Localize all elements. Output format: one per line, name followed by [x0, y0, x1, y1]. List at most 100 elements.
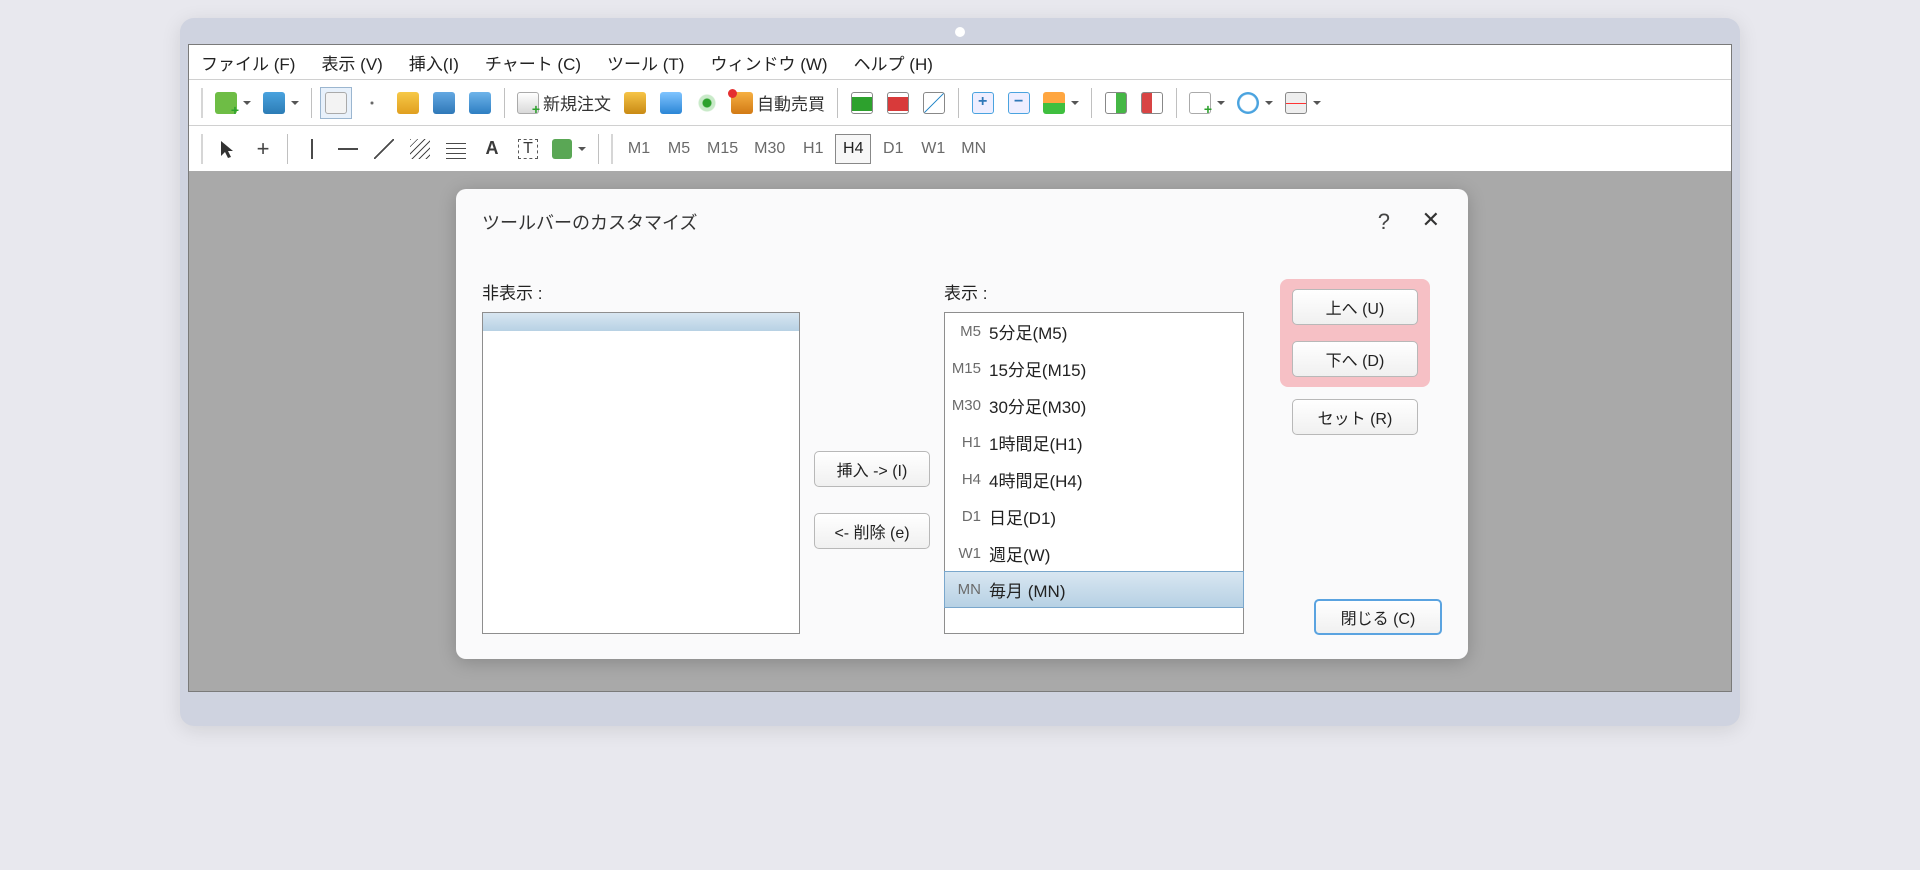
hidden-listbox[interactable]: [482, 312, 800, 634]
vline-button[interactable]: [296, 133, 328, 165]
data-window-button[interactable]: [356, 87, 388, 119]
shown-item-mn[interactable]: MN毎月 (MN): [944, 571, 1244, 608]
trendline-button[interactable]: [368, 133, 400, 165]
shown-item-code: M5: [945, 323, 989, 340]
tester-button[interactable]: [464, 87, 496, 119]
menu-tool[interactable]: ツール (T): [607, 50, 684, 75]
horizontal-line-icon: [338, 148, 358, 150]
market-watch-button[interactable]: [320, 87, 352, 119]
highlighted-buttons: 上へ (U) 下へ (D): [1280, 279, 1430, 387]
shift-end-button[interactable]: [1100, 87, 1132, 119]
new-order-button[interactable]: 新規注文: [513, 87, 615, 119]
shown-item-h4[interactable]: H44時間足(H4): [945, 461, 1243, 498]
zoom-in-button[interactable]: [967, 87, 999, 119]
equidistant-icon: [410, 139, 430, 159]
shown-item-code: W1: [945, 545, 989, 562]
bar-chart-button[interactable]: [846, 87, 878, 119]
periods-button[interactable]: [1233, 87, 1277, 119]
period-m15[interactable]: M15: [701, 134, 744, 164]
period-w1[interactable]: W1: [915, 134, 951, 164]
period-h1[interactable]: H1: [795, 134, 831, 164]
profiles-button[interactable]: [259, 87, 303, 119]
metaeditor-button[interactable]: [619, 87, 651, 119]
separator: [504, 88, 505, 118]
dialog-help-button[interactable]: ?: [1378, 209, 1390, 235]
close-button[interactable]: 閉じる (C): [1314, 599, 1442, 635]
insert-button[interactable]: 挿入 -> (I): [814, 451, 930, 487]
shift-left-icon: [1141, 92, 1163, 114]
toolbar-grip[interactable]: [201, 88, 203, 118]
shown-item-d1[interactable]: D1日足(D1): [945, 498, 1243, 535]
fibo-button[interactable]: [440, 133, 472, 165]
signals-button[interactable]: [691, 87, 723, 119]
shown-item-m30[interactable]: M3030分足(M30): [945, 387, 1243, 424]
menu-help[interactable]: ヘルプ (H): [854, 50, 933, 75]
text-button[interactable]: A: [476, 133, 508, 165]
mql-button[interactable]: [655, 87, 687, 119]
period-m30[interactable]: M30: [748, 134, 791, 164]
shown-item-m15[interactable]: M1515分足(M15): [945, 350, 1243, 387]
auto-trading-label: 自動売買: [757, 90, 825, 115]
separator: [598, 134, 599, 164]
terminal-button[interactable]: [428, 87, 460, 119]
auto-scroll-button[interactable]: [1136, 87, 1168, 119]
folder-star-icon: [397, 92, 419, 114]
separator: [1176, 88, 1177, 118]
candle-red-icon: [887, 92, 909, 114]
shapes-button[interactable]: [548, 133, 590, 165]
shown-item-m5[interactable]: M55分足(M5): [945, 313, 1243, 350]
text-a-icon: A: [486, 138, 499, 159]
hidden-list-selected-row[interactable]: [483, 313, 799, 331]
crosshair-button[interactable]: +: [247, 133, 279, 165]
robot-icon: [731, 92, 753, 114]
dialog-title: ツールバーのカスタマイズ: [482, 209, 1442, 235]
auto-trading-button[interactable]: 自動売買: [727, 87, 829, 119]
toolbar-grip[interactable]: [611, 134, 613, 164]
zoom-out-button[interactable]: [1003, 87, 1035, 119]
shown-item-w1[interactable]: W1週足(W): [945, 535, 1243, 572]
set-button[interactable]: セット (R): [1292, 399, 1418, 435]
candle-chart-button[interactable]: [882, 87, 914, 119]
period-m5[interactable]: M5: [661, 134, 697, 164]
text-label-icon: T: [518, 139, 538, 159]
toolbar-grip[interactable]: [201, 134, 203, 164]
separator: [1091, 88, 1092, 118]
remove-button[interactable]: <- 削除 (e): [814, 513, 930, 549]
line-chart-button[interactable]: [918, 87, 950, 119]
textlabel-button[interactable]: T: [512, 133, 544, 165]
menu-file[interactable]: ファイル (F): [201, 50, 295, 75]
period-m1[interactable]: M1: [621, 134, 657, 164]
move-up-button[interactable]: 上へ (U): [1292, 289, 1418, 325]
navigator-button[interactable]: [392, 87, 424, 119]
browser-chrome: ファイル (F) 表示 (V) 挿入(I) チャート (C) ツール (T) ウ…: [180, 18, 1740, 726]
templates-button[interactable]: [1281, 87, 1325, 119]
shown-item-code: MN: [945, 581, 989, 598]
zoom-out-icon: [1008, 92, 1030, 114]
shown-listbox[interactable]: M55分足(M5)M1515分足(M15)M3030分足(M30)H11時間足(…: [944, 312, 1244, 634]
shown-item-label: 毎月 (MN): [989, 577, 1243, 602]
separator: [837, 88, 838, 118]
candle-green-icon: [851, 92, 873, 114]
hline-button[interactable]: [332, 133, 364, 165]
diamond-icon: [624, 92, 646, 114]
channel-button[interactable]: [404, 133, 436, 165]
period-mn[interactable]: MN: [955, 134, 992, 164]
period-h4[interactable]: H4: [835, 134, 871, 164]
cursor-button[interactable]: [211, 133, 243, 165]
shown-item-label: 日足(D1): [989, 504, 1243, 529]
tile-button[interactable]: [1039, 87, 1083, 119]
shown-item-code: H4: [945, 471, 989, 488]
shown-item-code: H1: [945, 434, 989, 451]
indicator-add-icon: [1189, 92, 1211, 114]
period-d1[interactable]: D1: [875, 134, 911, 164]
dialog-close-button[interactable]: ✕: [1422, 207, 1440, 233]
menu-window[interactable]: ウィンドウ (W): [710, 50, 827, 75]
move-down-button[interactable]: 下へ (D): [1292, 341, 1418, 377]
new-chart-button[interactable]: [211, 87, 255, 119]
transfer-buttons: 挿入 -> (I) <- 削除 (e): [814, 279, 930, 634]
menu-chart[interactable]: チャート (C): [485, 50, 581, 75]
menu-view[interactable]: 表示 (V): [321, 50, 382, 75]
indicators-button[interactable]: [1185, 87, 1229, 119]
shown-item-h1[interactable]: H11時間足(H1): [945, 424, 1243, 461]
menu-insert[interactable]: 挿入(I): [409, 50, 459, 75]
